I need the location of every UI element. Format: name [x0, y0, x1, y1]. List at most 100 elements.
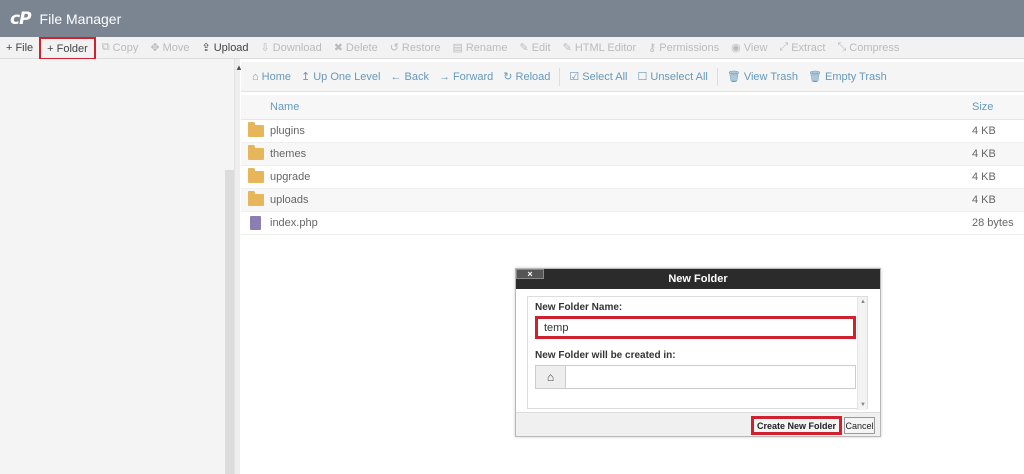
- folder-icon: +: [47, 42, 54, 55]
- nav-home-button[interactable]: ⌂ Home: [247, 71, 296, 83]
- close-icon[interactable]: ×: [516, 269, 544, 279]
- nav-empty-trash-button[interactable]: 🗑 Empty Trash: [803, 70, 892, 84]
- app-title: File Manager: [39, 10, 122, 27]
- toolbar: + File + Folder ⧉ Copy ✥ Move ⇪ Upload ⇩ Download ✖ D…: [0, 37, 1024, 60]
- title-bar: cP File Manager: [0, 0, 1024, 37]
- nav-divider: [559, 67, 561, 86]
- toolbar-upload-button[interactable]: ⇪ Upload: [195, 37, 254, 59]
- cancel-button[interactable]: Cancel: [844, 417, 875, 434]
- scroll-up-icon[interactable]: ▲: [860, 299, 866, 305]
- nav-select-all-button[interactable]: ☑ Select All: [564, 70, 632, 84]
- forward-icon: →: [438, 70, 450, 83]
- restore-icon: ↺: [389, 42, 399, 54]
- toolbar-copy-button[interactable]: ⧉ Copy: [96, 37, 145, 59]
- rename-icon: ▤: [452, 42, 463, 54]
- toolbar-rename-button[interactable]: ▤ Rename: [446, 37, 513, 59]
- folder-icon: [247, 145, 264, 160]
- toolbar-permissions-button[interactable]: ⚷ Permissions: [642, 37, 725, 59]
- toolbar-permissions-label: Permissions: [659, 41, 720, 54]
- reload-icon: ↻: [503, 71, 513, 83]
- new-folder-name-input[interactable]: [535, 316, 856, 339]
- file-size: 28 bytes: [972, 217, 1014, 229]
- toolbar-move-button[interactable]: ✥ Move: [144, 37, 195, 59]
- nav-back-label: Back: [404, 70, 429, 83]
- toolbar-file-button[interactable]: + File: [0, 37, 39, 59]
- toolbar-restore-button[interactable]: ↺ Restore: [384, 37, 447, 59]
- new-folder-name-label: New Folder Name:: [535, 302, 623, 313]
- column-header-size[interactable]: Size: [972, 101, 1024, 113]
- toolbar-folder-label: Folder: [56, 42, 88, 55]
- table-row[interactable]: upgrade 4 KB: [241, 166, 1024, 189]
- location-input[interactable]: [566, 366, 855, 388]
- toolbar-rename-label: Rename: [465, 41, 508, 54]
- column-header-name[interactable]: Name: [270, 101, 972, 113]
- file-size: 4 KB: [972, 194, 996, 206]
- upload-icon: ⇪: [201, 42, 211, 54]
- toolbar-copy-label: Copy: [112, 41, 139, 54]
- empty-trash-icon: 🗑: [808, 71, 823, 83]
- table-row[interactable]: index.php 28 bytes: [241, 212, 1024, 235]
- home-icon[interactable]: ⌂: [536, 366, 566, 388]
- nav-unselect-all-label: Unselect All: [650, 70, 708, 83]
- toolbar-edit-button[interactable]: ✎ Edit: [513, 37, 556, 59]
- compress-icon: ⤡: [837, 41, 847, 53]
- table-row[interactable]: uploads 4 KB: [241, 189, 1024, 212]
- dialog-title-bar: × New Folder: [516, 269, 880, 289]
- toolbar-compress-button[interactable]: ⤡ Compress: [831, 37, 905, 59]
- view-icon: ◉: [731, 42, 741, 54]
- download-icon: ⇩: [260, 42, 270, 54]
- panel-splitter[interactable]: ▲: [234, 59, 243, 474]
- dialog-scrollbar[interactable]: ▲ ▼: [857, 297, 867, 410]
- nav-select-all-label: Select All: [582, 70, 628, 83]
- toolbar-delete-label: Delete: [345, 41, 378, 54]
- nav-reload-button[interactable]: ↻ Reload: [498, 70, 555, 84]
- nav-forward-label: Forward: [452, 70, 494, 83]
- toolbar-html-editor-label: HTML Editor: [574, 41, 637, 54]
- toolbar-view-button[interactable]: ◉ View: [725, 37, 773, 59]
- scroll-down-icon[interactable]: ▼: [860, 402, 866, 408]
- toolbar-download-label: Download: [272, 41, 322, 54]
- table-row[interactable]: themes 4 KB: [241, 143, 1024, 166]
- navigation-bar: ⌂ Home ↥ Up One Level ← Back → Forward ↻ Reload ☑ S…: [241, 62, 1024, 92]
- create-new-folder-button[interactable]: Create New Folder: [751, 416, 842, 435]
- toolbar-extract-label: Extract: [791, 41, 826, 54]
- delete-icon: ✖: [333, 42, 343, 54]
- toolbar-delete-button[interactable]: ✖ Delete: [328, 37, 384, 59]
- table-row[interactable]: plugins 4 KB: [241, 120, 1024, 143]
- location-field: ⌂: [535, 365, 856, 389]
- nav-home-label: Home: [261, 70, 291, 83]
- toolbar-html-editor-button[interactable]: ✎ HTML Editor: [557, 37, 643, 59]
- file-name: upgrade: [270, 171, 311, 183]
- tree-scrollbar[interactable]: [225, 170, 234, 474]
- folder-icon: [247, 191, 264, 206]
- file-table: Name Size plugins 4 KB themes 4 KB upgrade 4 …: [241, 95, 1024, 235]
- toolbar-extract-button[interactable]: ⤢ Extract: [773, 37, 831, 59]
- unselect-all-icon: ☐: [637, 71, 648, 83]
- file-name: index.php: [270, 217, 318, 229]
- dialog-title: New Folder: [668, 273, 728, 285]
- location-label: New Folder will be created in:: [535, 350, 676, 361]
- nav-back-button[interactable]: ← Back: [385, 71, 433, 83]
- file-icon: +: [6, 41, 13, 54]
- new-folder-dialog: × New Folder New Folder Name: New Folder…: [515, 268, 881, 437]
- nav-unselect-all-button[interactable]: ☐ Unselect All: [633, 70, 713, 84]
- edit-icon: ✎: [519, 42, 529, 54]
- toolbar-download-button[interactable]: ⇩ Download: [255, 37, 328, 59]
- toolbar-compress-label: Compress: [849, 41, 900, 54]
- toolbar-move-label: Move: [162, 41, 190, 54]
- nav-view-trash-button[interactable]: 🗑 View Trash: [722, 70, 803, 84]
- toolbar-upload-label: Upload: [213, 41, 249, 54]
- toolbar-folder-button[interactable]: + Folder: [39, 37, 96, 60]
- permissions-icon: ⚷: [648, 42, 657, 54]
- directory-tree-panel[interactable]: [0, 59, 234, 474]
- cpanel-logo: cP: [10, 8, 32, 29]
- dialog-footer: Create New Folder Cancel: [516, 412, 880, 436]
- toolbar-restore-label: Restore: [401, 41, 441, 54]
- view-trash-icon: 🗑: [726, 71, 741, 83]
- file-name: themes: [270, 148, 307, 160]
- nav-up-one-level-button[interactable]: ↥ Up One Level: [296, 70, 385, 84]
- folder-icon: [247, 122, 264, 137]
- up-one-level-icon: ↥: [301, 71, 311, 83]
- nav-forward-button[interactable]: → Forward: [434, 71, 498, 83]
- html-editor-icon: ✎: [562, 42, 572, 54]
